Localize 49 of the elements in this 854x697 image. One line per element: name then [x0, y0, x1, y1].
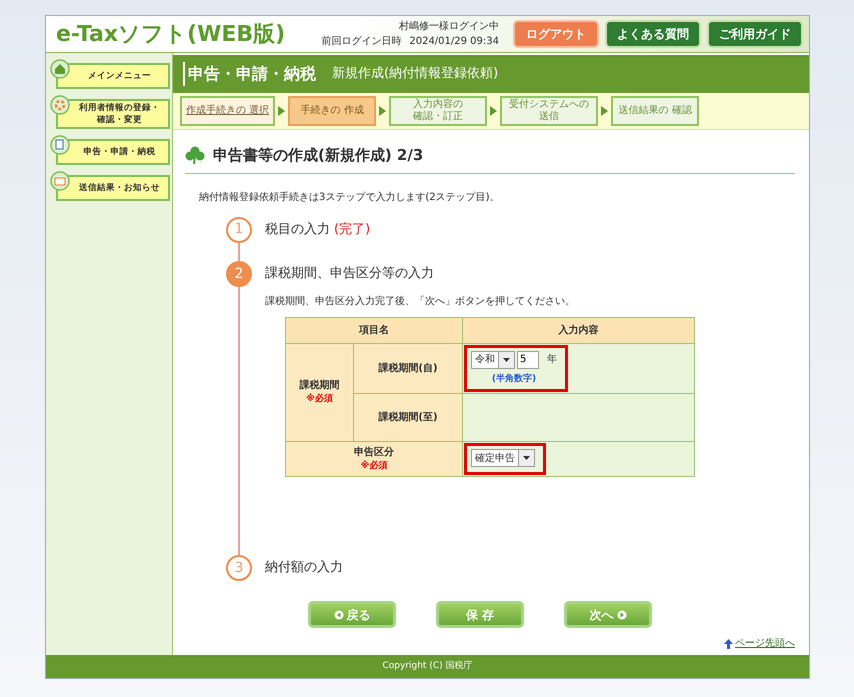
unit-label: 年	[547, 353, 557, 367]
app-logo: e-Taxソフト(WEB版)	[56, 20, 286, 48]
step-number: 1	[226, 216, 252, 242]
required-mark: ※必須	[305, 393, 334, 406]
step-title: 税目の入力	[265, 222, 330, 236]
last-login-time: 2024/01/29 09:34	[409, 35, 499, 49]
sidebar-item[interactable]: メインメニュー	[56, 63, 170, 89]
step-title: 納付額の入力	[265, 560, 343, 575]
header-nav-button[interactable]: よくある質問	[605, 20, 701, 48]
column-header: 入力内容	[462, 317, 694, 343]
envelope-icon	[50, 171, 70, 191]
completion-status: (完了)	[334, 222, 370, 236]
step-item: 入力内容の 確認・訂正	[389, 96, 488, 126]
intro-text: 納付情報登録依頼手続きは3ステップで入力します(2ステップ目)。	[199, 190, 501, 204]
copyright-footer: Copyright (C) 国税庁	[46, 655, 809, 678]
required-mark: ※必須	[360, 460, 388, 473]
page-title: 申告・申請・納税	[183, 62, 316, 86]
field-label: 申告区分	[353, 446, 395, 460]
step-title: 課税期間、申告区分等の入力	[265, 266, 434, 281]
document-icon	[50, 135, 70, 155]
dropdown-caret-icon	[523, 456, 530, 460]
header-nav-button[interactable]: ご利用ガイド	[707, 20, 803, 48]
step-item: 受付システムへの 送信	[500, 96, 598, 126]
last-login-label: 前回ログイン日時	[321, 34, 402, 49]
dropdown-caret-icon	[503, 358, 510, 362]
filing-type-select[interactable]: 確定申告	[471, 449, 535, 467]
instruction-text: 課税期間、申告区分入力完了後、「次へ」ボタンを押してください。	[265, 294, 576, 308]
page-subtitle: 新規作成(納付情報登録依頼)	[332, 65, 498, 84]
year-input[interactable]: 5	[517, 350, 539, 368]
era-select[interactable]: 令和	[471, 350, 515, 368]
clover-icon	[185, 145, 205, 166]
gear-icon	[50, 95, 70, 115]
page-top-link[interactable]: ページ先頭へ	[724, 636, 795, 651]
column-header: 項目名	[286, 317, 462, 343]
step-number: 3	[226, 555, 252, 581]
step-item: 手続きの 作成	[288, 96, 376, 126]
sidebar-item[interactable]: 利用者情報の登録・ 確認・変更	[56, 99, 170, 129]
field-group-label: 課税期間	[298, 378, 340, 393]
step-number: 2	[226, 261, 252, 287]
sidebar-item[interactable]: 送信結果・お知らせ	[56, 175, 170, 201]
up-arrow-icon	[724, 638, 733, 648]
section-heading: 申告書等の作成(新規作成) 2/3	[213, 145, 424, 166]
input-hint: (半角数字)	[490, 372, 538, 386]
user-status: 村嶋修一様ログイン中	[398, 20, 499, 34]
sidebar-item[interactable]: 申告・申請・納税	[56, 139, 170, 165]
house-icon	[50, 59, 70, 79]
field-label: 課税期間(至)	[354, 394, 462, 442]
field-label: 課税期間(自)	[354, 343, 462, 394]
step-item: 送信結果の 確認	[611, 96, 700, 126]
